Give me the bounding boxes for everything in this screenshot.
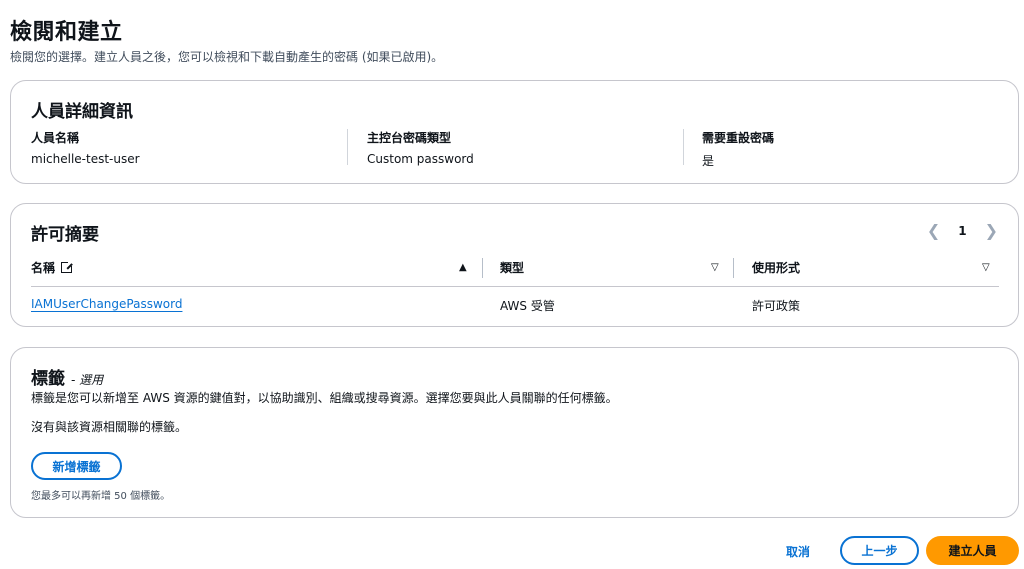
previous-button[interactable]: 上一步 — [840, 536, 919, 565]
create-user-button[interactable]: 建立人員 — [926, 536, 1019, 565]
column-divider[interactable] — [482, 258, 483, 278]
chevron-left-icon[interactable]: ❮ — [927, 221, 940, 240]
table-header-divider — [31, 286, 999, 287]
tags-optional-label: - 選用 — [71, 373, 104, 387]
policy-type: AWS 受管 — [500, 299, 555, 313]
column-header-name[interactable]: 名稱 — [31, 259, 74, 276]
add-tag-button[interactable]: 新增標籤 — [31, 452, 122, 480]
tags-empty-message: 沒有與該資源相關聯的標籤。 — [31, 420, 188, 434]
page-description: 檢閱您的選擇。建立人員之後，您可以檢視和下載自動產生的密碼 (如果已啟用)。 — [10, 50, 444, 64]
pagination: ❮ 1 ❯ — [927, 221, 998, 240]
policy-usage: 許可政策 — [752, 299, 801, 313]
tags-title: 標籤 - 選用 — [31, 364, 103, 389]
console-password-type-field: 主控台密碼類型 Custom password — [367, 129, 687, 166]
console-password-type-label: 主控台密碼類型 — [367, 131, 452, 145]
sort-icon[interactable]: ▽ — [982, 262, 990, 273]
chevron-right-icon[interactable]: ❯ — [985, 221, 998, 240]
page-title: 檢閱和建立 — [10, 20, 123, 45]
sort-icon[interactable]: ▽ — [711, 262, 719, 273]
permissions-summary-title: 許可摘要 — [31, 225, 99, 245]
user-name-field: 人員名稱 michelle-test-user — [31, 129, 351, 166]
console-password-type-value: Custom password — [367, 152, 474, 166]
tags-title-text: 標籤 — [31, 369, 65, 389]
column-header-usage-label: 使用形式 — [752, 261, 801, 275]
column-header-type-label: 類型 — [500, 261, 525, 275]
tags-card: 標籤 - 選用 標籤是您可以新增至 AWS 資源的鍵值對，以協助識別、組織或搜尋資… — [10, 347, 1019, 518]
policy-name-link[interactable]: IAMUserChangePassword — [31, 297, 182, 311]
external-link-icon — [61, 261, 74, 273]
page-number[interactable]: 1 — [958, 224, 966, 238]
divider — [347, 129, 348, 165]
tags-limit-hint: 您最多可以再新增 50 個標籤。 — [31, 491, 171, 502]
require-reset-field: 需要重設密碼 是 — [702, 129, 1022, 169]
divider — [683, 129, 684, 165]
user-name-label: 人員名稱 — [31, 131, 80, 145]
user-details-card: 人員詳細資訊 人員名稱 michelle-test-user 主控台密碼類型 C… — [10, 80, 1019, 184]
permissions-summary-card: 許可摘要 ❮ 1 ❯ 名稱 ▲ 類型 ▽ 使用形式 ▽ IAMUserChang… — [10, 203, 1019, 327]
column-divider[interactable] — [733, 258, 734, 278]
sort-ascending-icon[interactable]: ▲ — [459, 262, 467, 273]
require-reset-value: 是 — [702, 154, 715, 168]
column-header-usage[interactable]: 使用形式 — [752, 259, 800, 276]
tags-description: 標籤是您可以新增至 AWS 資源的鍵值對，以協助識別、組織或搜尋資源。選擇您要與… — [31, 391, 618, 405]
column-header-type[interactable]: 類型 — [500, 259, 524, 276]
column-header-name-label: 名稱 — [31, 261, 56, 275]
require-reset-label: 需要重設密碼 — [702, 131, 775, 145]
cancel-button[interactable]: 取消 — [786, 543, 810, 560]
user-name-value: michelle-test-user — [31, 152, 140, 166]
user-details-title: 人員詳細資訊 — [31, 102, 133, 122]
